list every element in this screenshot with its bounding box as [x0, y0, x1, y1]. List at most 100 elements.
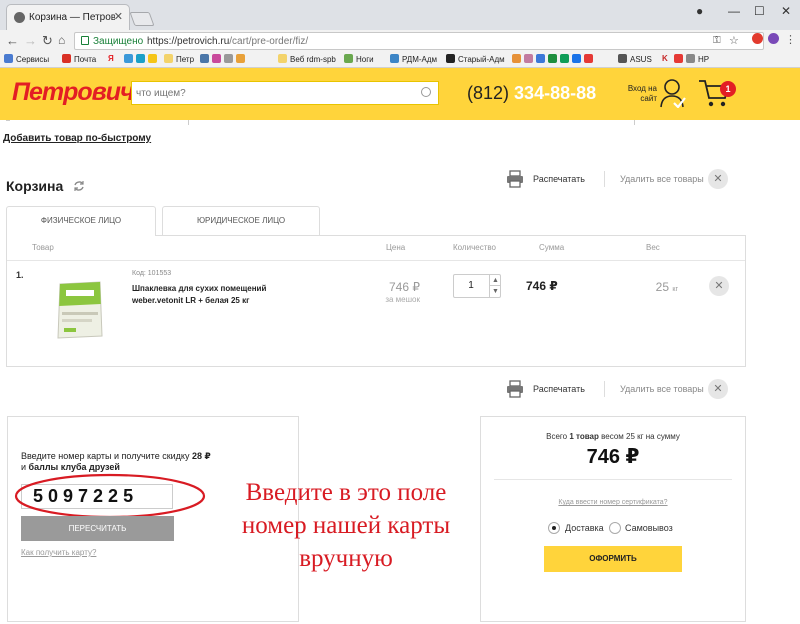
remove-all-icon[interactable]: ✕: [708, 169, 728, 189]
back-icon[interactable]: ←: [6, 33, 19, 48]
bookmark-icon[interactable]: [548, 54, 557, 63]
column-header: Вес: [646, 243, 660, 252]
site-header: Петрович (812) 334-88-88 Вход на сайт: [0, 68, 800, 120]
bookmark-icon[interactable]: [224, 54, 233, 63]
quantity-input[interactable]: 1: [454, 280, 488, 291]
phone-code: (812): [467, 83, 510, 103]
print-button[interactable]: Распечатать: [533, 384, 585, 394]
bookmark-item[interactable]: HP: [686, 54, 709, 64]
site-favicon-icon: [14, 12, 25, 23]
url-path: /cart/pre-order/fiz/: [229, 36, 309, 47]
remove-all-button[interactable]: Удалить все товары: [620, 384, 704, 394]
search-icon[interactable]: [421, 87, 431, 97]
print-button[interactable]: Распечатать: [533, 174, 585, 184]
cart-actions-bottom: Распечатать Удалить все товары ✕: [506, 378, 736, 402]
delivery-label[interactable]: Доставка: [565, 523, 604, 533]
chart-icon[interactable]: [236, 54, 245, 63]
bookmark-item[interactable]: ASUS: [618, 54, 652, 64]
close-window-icon[interactable]: ✕: [781, 4, 791, 18]
how-get-card-link[interactable]: Как получить карту?: [21, 548, 96, 557]
tab-individual[interactable]: ФИЗИЧЕСКОЕ ЛИЦО: [6, 206, 156, 236]
checkout-button[interactable]: ОФОРМИТЬ: [544, 546, 682, 572]
phone-number[interactable]: (812) 334-88-88: [467, 83, 596, 104]
search-input[interactable]: [136, 84, 416, 102]
bookmark-icon[interactable]: [674, 54, 683, 63]
divider: [604, 381, 605, 397]
bookmark-icon[interactable]: [524, 54, 533, 63]
minimize-icon[interactable]: —: [728, 4, 740, 18]
bookmark-item[interactable]: Петр: [164, 54, 194, 64]
drive-icon[interactable]: [560, 54, 569, 63]
extension-icon[interactable]: [752, 33, 763, 44]
product-name-link[interactable]: Шпаклевка для сухих помещений weber.veto…: [132, 283, 302, 307]
bookmark-item[interactable]: Ноги: [344, 54, 374, 64]
quantity-increase-icon[interactable]: ▲: [489, 275, 501, 286]
browser-tab-title: Корзина — Петрович в: [29, 12, 115, 23]
menu-icon[interactable]: ⋮: [785, 33, 796, 46]
browser-tab[interactable]: Корзина — Петрович в ✕: [6, 4, 130, 30]
quantity-decrease-icon[interactable]: ▼: [489, 286, 501, 297]
delivery-radio[interactable]: [548, 522, 560, 534]
profile-icon[interactable]: [768, 33, 779, 44]
quantity-stepper[interactable]: 1 ▲ ▼: [453, 274, 501, 298]
quick-add-link[interactable]: Добавить товар по-быстрому: [3, 133, 151, 144]
browser-toolbar: ← → ↻ ⌂ Защищено https://petrovich.ru/ca…: [0, 30, 800, 52]
divider: [634, 120, 635, 125]
lock-icon: [81, 36, 89, 45]
mail-icon: [62, 54, 71, 63]
site-logo[interactable]: Петрович: [12, 78, 135, 107]
bookmark-icon-row: [124, 54, 160, 64]
certificate-link[interactable]: Куда ввести номер сертификата?: [480, 499, 746, 506]
bookmark-icon[interactable]: [136, 54, 145, 63]
remove-all-button[interactable]: Удалить все товары: [620, 174, 704, 184]
remove-item-icon[interactable]: ✕: [709, 276, 729, 296]
bookmark-item[interactable]: РДМ-Адм: [390, 54, 437, 64]
club-points: баллы клуба друзей: [28, 462, 120, 472]
star-icon[interactable]: ☆: [729, 34, 739, 47]
discount-prompt: Введите номер карты и получите скидку 28…: [21, 451, 211, 472]
new-tab-button[interactable]: [129, 12, 155, 26]
printer-icon[interactable]: [506, 380, 524, 398]
bookmark-item[interactable]: K: [662, 54, 668, 63]
refresh-icon[interactable]: [73, 180, 85, 192]
bookmark-item[interactable]: Я: [108, 54, 114, 63]
bookmark-icon[interactable]: [584, 54, 593, 63]
bookmark-item[interactable]: Сервисы: [4, 54, 49, 64]
bookmark-icon[interactable]: [212, 54, 221, 63]
remove-all-icon[interactable]: ✕: [708, 379, 728, 399]
bookmark-item[interactable]: Веб rdm-spb: [278, 54, 336, 64]
tab-legal-entity[interactable]: ЮРИДИЧЕСКОЕ ЛИЦО: [162, 206, 320, 236]
bookmark-icon[interactable]: [124, 54, 133, 63]
user-icon[interactable]: [660, 78, 686, 108]
product-image[interactable]: [56, 278, 104, 340]
account-icon[interactable]: ●: [696, 4, 703, 18]
column-header: Количество: [453, 243, 496, 252]
search-box[interactable]: [131, 81, 439, 105]
divider: [604, 171, 605, 187]
pickup-label[interactable]: Самовывоз: [625, 523, 673, 533]
bookmark-icon[interactable]: [148, 54, 157, 63]
vk-icon[interactable]: [200, 54, 209, 63]
bookmark-item[interactable]: Почта: [62, 54, 96, 64]
close-tab-icon[interactable]: ✕: [114, 10, 123, 23]
bookmark-icon-row: [674, 54, 686, 64]
bookmark-icon[interactable]: [572, 54, 581, 63]
bookmark-item[interactable]: Старый-Адм: [446, 54, 505, 64]
bookmark-icon: [618, 54, 627, 63]
bookmark-icon: [344, 54, 353, 63]
printer-icon[interactable]: [506, 170, 524, 188]
home-icon[interactable]: ⌂: [58, 33, 65, 47]
pickup-radio[interactable]: [609, 522, 621, 534]
cart-count-badge: 1: [720, 81, 736, 97]
secure-label: Защищено: [93, 36, 144, 47]
key-icon[interactable]: ⚿: [713, 35, 721, 46]
bookmark-icon[interactable]: [536, 54, 545, 63]
address-bar[interactable]: Защищено https://petrovich.ru/cart/pre-o…: [74, 32, 764, 50]
row-number: 1.: [16, 270, 24, 280]
login-label[interactable]: Вход на сайт: [627, 84, 657, 104]
forward-icon[interactable]: →: [24, 33, 37, 48]
recalculate-button[interactable]: ПЕРЕСЧИТАТЬ: [21, 516, 174, 541]
bookmark-icon[interactable]: [512, 54, 521, 63]
reload-icon[interactable]: ↻: [42, 33, 53, 49]
maximize-icon[interactable]: ☐: [754, 4, 765, 18]
